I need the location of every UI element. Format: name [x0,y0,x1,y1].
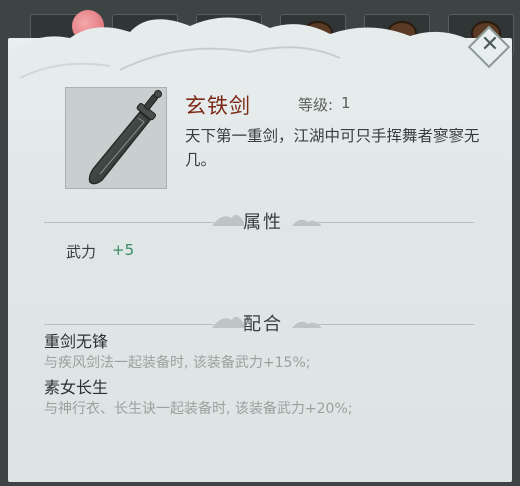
section-title-combo: 配合 [243,314,283,335]
item-image-frame [65,87,167,189]
level-value: 1 [341,94,351,112]
divider-left [44,222,214,223]
stat-value: +5 [112,241,135,259]
combo-description: 与疾风剑法一起装备时, 该装备武力+15%; [44,355,311,371]
heavy-iron-sword-icon [88,90,162,185]
item-description: 天下第一重剑，江湖中可只手挥舞者寥寥无几。 [185,127,480,169]
divider-right [318,222,474,223]
combo-name: 重剑无锋 [44,332,109,351]
combo-name: 素女长生 [44,378,109,397]
divider-left [44,324,214,325]
item-name: 玄铁剑 [185,94,251,118]
section-title-attributes: 属性 [243,212,283,233]
divider-right [318,324,474,325]
combo-description: 与神行衣、长生诀一起装备时, 该装备武力+20%; [44,401,353,417]
stat-label: 武力 [66,243,97,261]
level-label: 等级: [298,96,334,114]
close-icon[interactable]: ✕ [475,30,505,60]
